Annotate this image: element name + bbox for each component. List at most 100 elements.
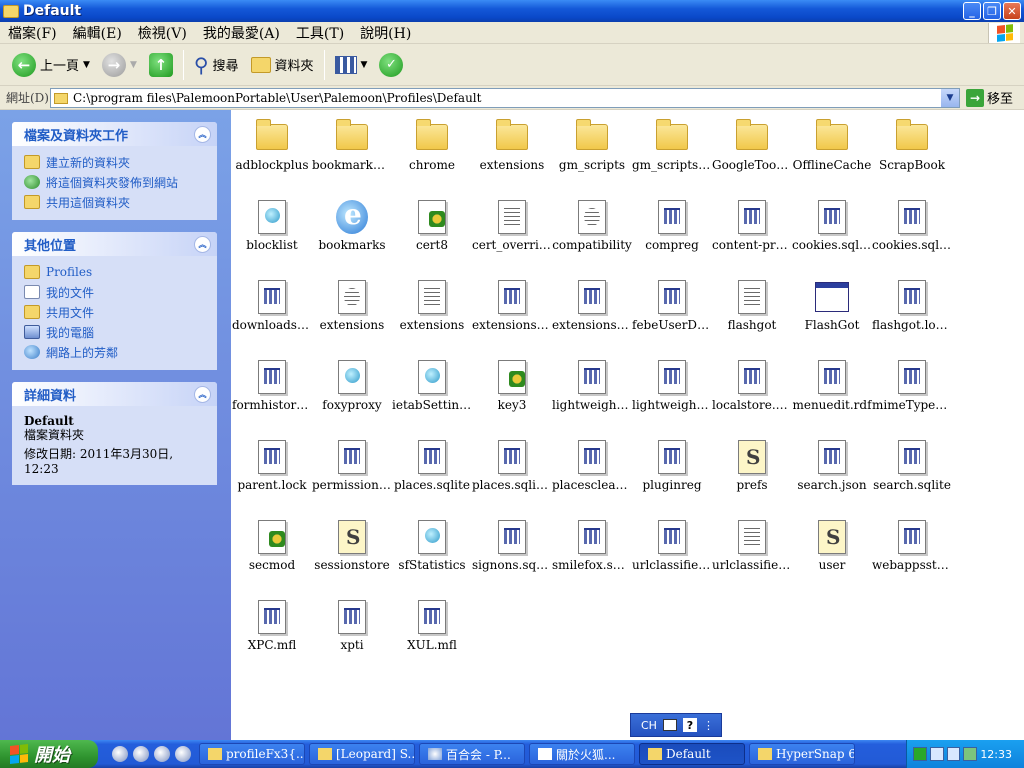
collapse-icon[interactable]: ︽ (194, 235, 211, 253)
close-button[interactable]: ✕ (1003, 2, 1021, 20)
taskbar-button[interactable]: HyperSnap 6 (749, 743, 855, 765)
sync-button[interactable]: ✓ (373, 48, 409, 82)
file-item[interactable]: XPC.mfl (232, 592, 312, 662)
file-item[interactable]: sfStatistics (392, 512, 472, 582)
folder-item[interactable]: ScrapBook (872, 112, 952, 182)
file-item[interactable]: febeUserDefi... (632, 272, 712, 342)
minimize-button[interactable]: _ (963, 2, 981, 20)
collapse-icon[interactable]: ︽ (194, 385, 211, 403)
tray-network-icon[interactable] (929, 747, 944, 761)
file-item[interactable]: permissions.s... (312, 432, 392, 502)
file-item[interactable]: placescleaner... (552, 432, 632, 502)
file-item[interactable]: extensions (392, 272, 472, 342)
file-item[interactable]: lightweight... (632, 352, 712, 422)
taskbar-button[interactable]: 關於火狐... (529, 743, 635, 765)
file-item[interactable]: cookies.sqlite (792, 192, 872, 262)
file-item[interactable]: urlclassifier3.... (632, 512, 712, 582)
file-item[interactable]: extensions (312, 272, 392, 342)
task-publish-web[interactable]: 將這個資料夾發佈到網站 (24, 172, 207, 192)
clock[interactable]: 12:33 (980, 748, 1012, 761)
taskbar-button[interactable]: Default (639, 743, 745, 765)
folder-item[interactable]: extensions (472, 112, 552, 182)
menu-view[interactable]: 檢視(V) (130, 23, 195, 43)
forward-button[interactable]: → ▼ (96, 48, 143, 82)
file-list[interactable]: adblockplus bookmarkba... chrome extensions… (231, 110, 1024, 740)
folder-item[interactable]: GoogleToolb... (712, 112, 792, 182)
help-icon[interactable]: ? (682, 718, 697, 732)
file-item[interactable]: pluginreg (632, 432, 712, 502)
collapse-icon[interactable]: ︽ (194, 125, 211, 143)
back-button[interactable]: ← 上一頁 ▼ (6, 48, 96, 82)
folder-item[interactable]: chrome (392, 112, 472, 182)
file-item[interactable]: cert8 (392, 192, 472, 262)
language-bar[interactable]: CH ? ⋮ (630, 713, 722, 737)
file-item[interactable]: urlclassifierk... (712, 512, 792, 582)
file-item[interactable]: mimeTypes.rdf (872, 352, 952, 422)
file-item[interactable]: ietabSettings (392, 352, 472, 422)
maximize-button[interactable]: ❐ (983, 2, 1001, 20)
options-icon[interactable]: ⋮ (703, 719, 714, 732)
panel-header[interactable]: 檔案及資料夾工作 ︽ (12, 122, 217, 146)
go-button[interactable]: → 移至 (966, 88, 1013, 107)
keyboard-icon[interactable] (662, 719, 677, 731)
folder-item[interactable]: adblockplus (232, 112, 312, 182)
address-input[interactable]: C:\program files\PalemoonPortable\User\P… (50, 88, 960, 108)
quicklaunch-people-icon[interactable] (154, 746, 170, 762)
file-item[interactable]: compatibility (552, 192, 632, 262)
file-item[interactable]: cert_override (472, 192, 552, 262)
file-item[interactable]: content-prefs.... (712, 192, 792, 262)
folders-button[interactable]: 資料夾 (245, 48, 320, 82)
file-item[interactable]: FlashGot (792, 272, 872, 342)
panel-header[interactable]: 其他位置 ︽ (12, 232, 217, 256)
file-item[interactable]: XUL.mfl (392, 592, 472, 662)
file-item[interactable]: localstore.rdf (712, 352, 792, 422)
taskbar-button[interactable]: profileFx3{... (199, 743, 305, 765)
views-button[interactable]: ▼ (329, 48, 374, 82)
start-button[interactable]: 開始 (0, 740, 98, 768)
file-item[interactable]: search.sqlite (872, 432, 952, 502)
quicklaunch-player-icon[interactable] (133, 746, 149, 762)
folder-item[interactable]: bookmarkba... (312, 112, 392, 182)
task-share-folder[interactable]: 共用這個資料夾 (24, 192, 207, 212)
file-item[interactable]: places.sqlite-j... (472, 432, 552, 502)
place-network[interactable]: 網路上的芳鄰 (24, 342, 207, 362)
file-item[interactable]: xpti (312, 592, 392, 662)
title-bar[interactable]: Default _ ❐ ✕ (0, 0, 1024, 22)
address-dropdown-icon[interactable]: ▼ (941, 89, 959, 107)
menu-favorites[interactable]: 我的最愛(A) (195, 23, 288, 43)
menu-file[interactable]: 檔案(F) (0, 23, 65, 43)
menu-help[interactable]: 說明(H) (352, 23, 419, 43)
file-item[interactable]: parent.lock (232, 432, 312, 502)
file-item[interactable]: search.json (792, 432, 872, 502)
place-shared-documents[interactable]: 共用文件 (24, 302, 207, 322)
file-item[interactable]: prefs (712, 432, 792, 502)
file-item[interactable]: cookies.sqlit... (872, 192, 952, 262)
place-my-computer[interactable]: 我的電腦 (24, 322, 207, 342)
task-new-folder[interactable]: 建立新的資料夾 (24, 152, 207, 172)
file-item[interactable]: foxyproxy (312, 352, 392, 422)
quicklaunch-ie-icon[interactable] (175, 746, 191, 762)
folder-item[interactable]: gm_scripts (552, 112, 632, 182)
file-item[interactable]: lightweightt... (552, 352, 632, 422)
tray-user-icon[interactable] (963, 747, 978, 761)
back-dropdown-icon[interactable]: ▼ (83, 60, 90, 70)
file-item[interactable]: formhistory.s... (232, 352, 312, 422)
folder-item[interactable]: gm_scripts_... (632, 112, 712, 182)
file-item[interactable]: downloads.sq... (232, 272, 312, 342)
file-item[interactable]: flashgot (712, 272, 792, 342)
taskbar-button[interactable]: [Leopard] S... (309, 743, 415, 765)
file-item[interactable]: user (792, 512, 872, 582)
file-item[interactable]: extensions.rdf (552, 272, 632, 342)
file-item[interactable]: menuedit.rdf (792, 352, 872, 422)
search-button[interactable]: ⚲ 搜尋 (188, 48, 245, 82)
file-item[interactable]: key3 (472, 352, 552, 422)
up-button[interactable]: ↑ (143, 48, 179, 82)
file-item[interactable]: blocklist (232, 192, 312, 262)
file-item[interactable]: places.sqlite (392, 432, 472, 502)
file-item[interactable]: flashgot.log.bak (872, 272, 952, 342)
taskbar-button[interactable]: 百合会 - P... (419, 743, 525, 765)
file-item[interactable]: secmod (232, 512, 312, 582)
file-item[interactable]: signons.sqlite (472, 512, 552, 582)
menu-tools[interactable]: 工具(T) (288, 23, 352, 43)
forward-dropdown-icon[interactable]: ▼ (130, 60, 137, 70)
